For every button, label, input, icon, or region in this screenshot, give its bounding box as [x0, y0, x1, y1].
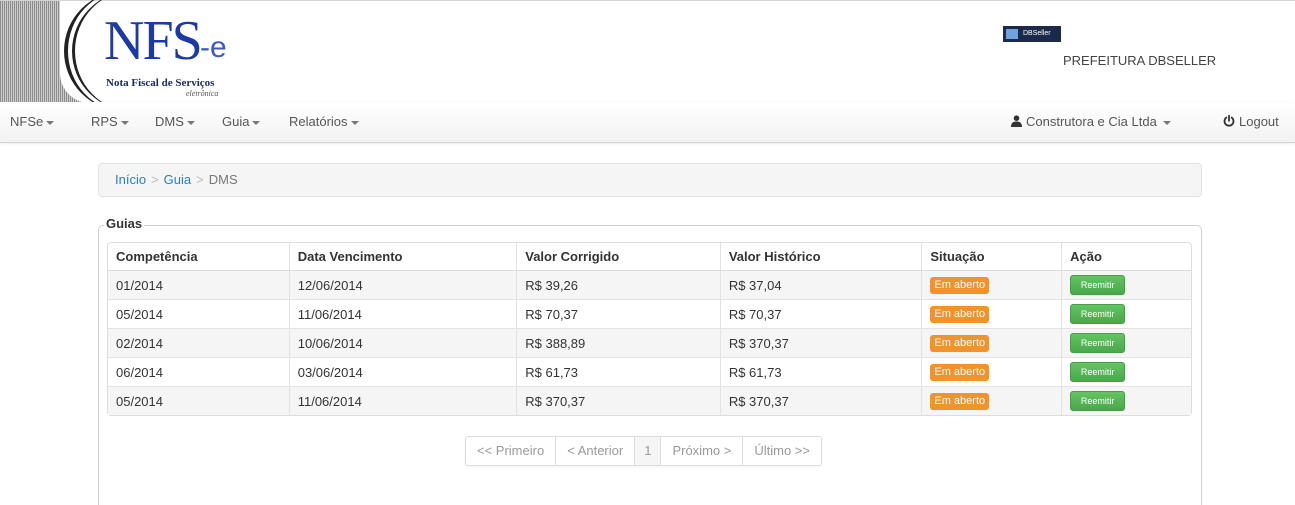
cell-situacao: Em aberto [921, 328, 1062, 357]
breadcrumb-current: DMS [208, 172, 238, 187]
cell-situacao: Em aberto [921, 271, 1062, 299]
user-name: Construtora e Cia Ltda [1026, 114, 1157, 129]
status-badge: Em aberto [930, 306, 990, 323]
breadcrumb-separator: > [196, 172, 204, 187]
logout-label: Logout [1239, 114, 1279, 129]
main-navbar: NFSe RPS DMS Guia Relatórios Construtora… [0, 102, 1295, 143]
nav-menu-guia[interactable]: Guia [222, 102, 261, 142]
status-badge: Em aberto [930, 364, 990, 381]
caret-down-icon [252, 120, 261, 125]
nfse-logo-text: NFS [104, 10, 203, 72]
caret-down-icon [46, 120, 55, 125]
cell-valor-historico: R$ 37,04 [719, 271, 922, 299]
column-header-valor-corrigido: Valor Corrigido [516, 243, 720, 271]
breadcrumb: Início > Guia > DMS [98, 163, 1202, 197]
cell-competencia: 02/2014 [108, 328, 289, 357]
cell-valor-corrigido: R$ 370,37 [516, 386, 720, 415]
pagination-last[interactable]: Último >> [742, 437, 821, 465]
column-header-vencimento: Data Vencimento [288, 243, 517, 271]
nav-menu-label: DMS [155, 114, 184, 129]
dbseller-logo: DBSeller [1003, 26, 1061, 42]
reemitir-button[interactable]: Reemitir [1070, 304, 1126, 324]
cell-acao: Reemitir [1061, 386, 1191, 415]
nav-menu-nfse[interactable]: NFSe [10, 102, 55, 142]
cell-vencimento: 12/06/2014 [288, 271, 517, 299]
guias-legend: Guias [104, 216, 145, 231]
cell-situacao: Em aberto [921, 299, 1062, 328]
pagination-current-page[interactable]: 1 [634, 437, 661, 465]
pagination-previous[interactable]: < Anterior [555, 437, 634, 465]
nav-menu-relatorios[interactable]: Relatórios [289, 102, 359, 142]
cell-valor-corrigido: R$ 39,26 [516, 271, 720, 299]
nfse-logo-subtitle2: eletrônica [186, 89, 219, 98]
breadcrumb-separator: > [151, 172, 159, 187]
caret-down-icon [350, 120, 359, 125]
reemitir-button[interactable]: Reemitir [1070, 333, 1126, 353]
reemitir-button[interactable]: Reemitir [1070, 275, 1126, 295]
cell-valor-corrigido: R$ 70,37 [516, 299, 720, 328]
prefeitura-name: PREFEITURA DBSELLER [1063, 53, 1217, 68]
table-row: 05/2014 11/06/2014 R$ 370,37 R$ 370,37 E… [108, 386, 1191, 415]
pagination-first[interactable]: << Primeiro [466, 437, 555, 465]
cell-vencimento: 11/06/2014 [288, 299, 517, 328]
table-header-row: Competência Data Vencimento Valor Corrig… [108, 243, 1191, 271]
pagination: << Primeiro < Anterior 1 Próximo > Últim… [465, 436, 822, 466]
logout-link[interactable]: Logout [1223, 102, 1279, 142]
cell-vencimento: 03/06/2014 [288, 357, 517, 386]
user-menu[interactable]: Construtora e Cia Ltda [1011, 102, 1171, 142]
cell-situacao: Em aberto [921, 386, 1062, 415]
column-header-valor-historico: Valor Histórico [719, 243, 922, 271]
column-header-competencia: Competência [108, 243, 289, 271]
cell-acao: Reemitir [1061, 299, 1191, 328]
nfse-logo-e: e [210, 31, 227, 64]
cell-valor-historico: R$ 70,37 [719, 299, 922, 328]
caret-down-icon [186, 120, 195, 125]
table-row: 05/2014 11/06/2014 R$ 70,37 R$ 70,37 Em … [108, 299, 1191, 328]
cell-vencimento: 11/06/2014 [288, 386, 517, 415]
cell-valor-corrigido: R$ 388,89 [516, 328, 720, 357]
cell-valor-historico: R$ 370,37 [719, 328, 922, 357]
cell-valor-historico: R$ 61,73 [719, 357, 922, 386]
caret-down-icon [120, 120, 129, 125]
table-row: 06/2014 03/06/2014 R$ 61,73 R$ 61,73 Em … [108, 357, 1191, 386]
column-header-situacao: Situação [921, 243, 1062, 271]
cell-acao: Reemitir [1061, 328, 1191, 357]
caret-down-icon [1162, 120, 1171, 125]
nav-menu-dms[interactable]: DMS [155, 102, 195, 142]
app-header: NFS -e Nota Fiscal de Serviços eletrônic… [0, 0, 1295, 111]
nfse-logo-subtitle: Nota Fiscal de Serviços [106, 77, 215, 89]
breadcrumb-guia[interactable]: Guia [164, 172, 191, 187]
table-row: 02/2014 10/06/2014 R$ 388,89 R$ 370,37 E… [108, 328, 1191, 357]
pagination-next[interactable]: Próximo > [660, 437, 742, 465]
reemitir-button[interactable]: Reemitir [1070, 362, 1126, 382]
status-badge: Em aberto [930, 277, 990, 294]
cell-competencia: 05/2014 [108, 386, 289, 415]
cell-vencimento: 10/06/2014 [288, 328, 517, 357]
nav-menu-label: RPS [91, 114, 118, 129]
cell-situacao: Em aberto [921, 357, 1062, 386]
user-icon [1011, 115, 1022, 127]
cell-competencia: 05/2014 [108, 299, 289, 328]
breadcrumb-inicio[interactable]: Início [115, 172, 146, 187]
cell-valor-corrigido: R$ 61,73 [516, 357, 720, 386]
power-icon [1223, 115, 1235, 127]
nav-menu-label: Guia [222, 114, 250, 129]
cell-competencia: 01/2014 [108, 271, 289, 299]
cell-valor-historico: R$ 370,37 [719, 386, 922, 415]
table-row: 01/2014 12/06/2014 R$ 39,26 R$ 37,04 Em … [108, 271, 1191, 299]
guias-table: Competência Data Vencimento Valor Corrig… [107, 242, 1192, 416]
status-badge: Em aberto [930, 393, 990, 410]
cell-acao: Reemitir [1061, 357, 1191, 386]
nav-menu-label: Relatórios [289, 114, 348, 129]
nfse-logo-suffix: -e [200, 31, 227, 64]
nav-menu-rps[interactable]: RPS [91, 102, 129, 142]
cell-competencia: 06/2014 [108, 357, 289, 386]
cell-acao: Reemitir [1061, 271, 1191, 299]
nav-menu-label: NFSe [10, 114, 44, 129]
reemitir-button[interactable]: Reemitir [1070, 391, 1126, 411]
status-badge: Em aberto [930, 335, 990, 352]
column-header-acao: Ação [1061, 243, 1191, 271]
